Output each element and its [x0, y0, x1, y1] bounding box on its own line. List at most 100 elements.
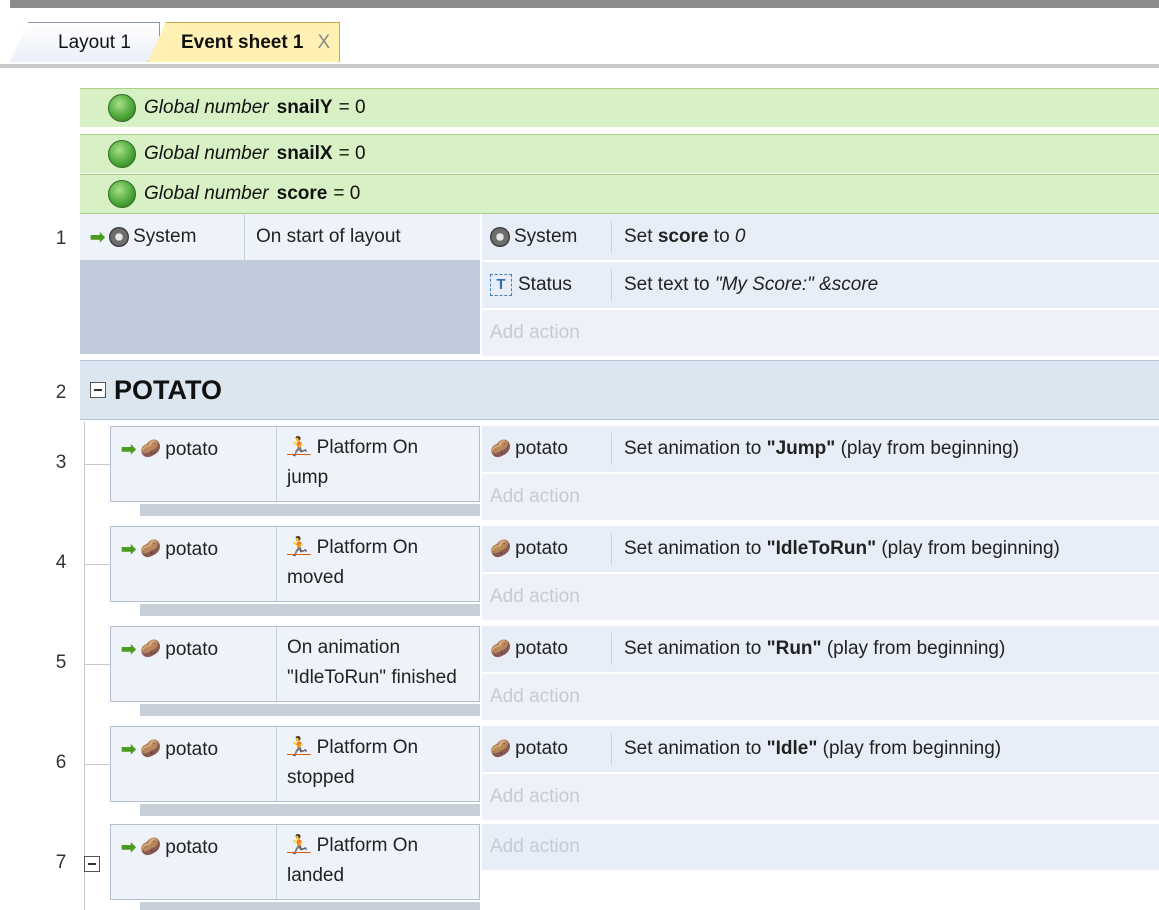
action-object: 🥔 potato [482, 633, 612, 665]
condition-object: ➡ 🥔 potato [111, 427, 277, 501]
event-underline [140, 504, 480, 516]
global-variable-score[interactable]: Global number score = 0 [80, 174, 1159, 214]
platform-behavior-icon: 🏃 [287, 537, 311, 558]
add-action-button[interactable]: Add action [482, 774, 1159, 820]
tree-line [84, 422, 85, 910]
gear-icon [490, 227, 510, 247]
event-number: 5 [55, 652, 67, 673]
action-object-name: Status [518, 274, 572, 295]
action-object-name: potato [515, 738, 568, 759]
action-set-animation-idletorun[interactable]: 🥔 potato Set animation to "IdleToRun" (p… [482, 526, 1159, 573]
condition-object: ➡ 🥔 potato [111, 527, 277, 601]
add-action-button[interactable]: Add action [482, 574, 1159, 620]
event-5-condition[interactable]: ➡ 🥔 potato On animation "IdleToRun" finis… [110, 626, 480, 702]
action-text: Set animation to "Run" (play from beginn… [624, 638, 1006, 659]
event-6-condition[interactable]: ➡ 🥔 potato 🏃 Platform On stopped [110, 726, 480, 802]
event-number: 1 [55, 228, 67, 249]
action-text: Set animation to "IdleToRun" (play from … [624, 538, 1060, 559]
potato-sprite-icon: 🥔 [490, 539, 512, 558]
action-object: 🥔 potato [482, 433, 612, 465]
event-number: 2 [55, 382, 67, 403]
gear-icon [109, 227, 130, 247]
tree-branch [84, 464, 110, 465]
collapse-icon[interactable] [90, 382, 106, 398]
event-7-condition[interactable]: ➡ 🥔 potato 🏃 Platform On landed [110, 824, 480, 900]
action-text: Set text to "My Score:" &score [624, 274, 879, 295]
global-keyword: Global number [144, 97, 269, 118]
tree-branch [84, 764, 110, 765]
condition-object-name: potato [165, 539, 219, 560]
event-underline [140, 704, 480, 716]
platform-behavior-icon: 🏃 [287, 737, 311, 758]
add-action-button[interactable]: Add action [482, 824, 1159, 870]
platform-behavior-icon: 🏃 [287, 437, 311, 458]
global-value: = 0 [338, 143, 366, 164]
arrow-right-icon: ➡ [121, 639, 137, 659]
tab-event-sheet-1[interactable]: Event sheet 1 X [148, 22, 340, 62]
potato-sprite-icon: 🥔 [140, 439, 162, 458]
condition-object-name: potato [165, 639, 219, 660]
event-number: 4 [55, 552, 67, 573]
condition-system-start[interactable]: ➡ System On start of layout [80, 214, 480, 260]
potato-sprite-icon: 🥔 [140, 739, 162, 758]
tab-layout-1[interactable]: Layout 1 [10, 22, 160, 62]
event-number: 6 [55, 752, 67, 773]
potato-sprite-icon: 🥔 [490, 439, 512, 458]
tab-strip: Layout 1 Event sheet 1 X [0, 8, 1159, 68]
potato-sprite-icon: 🥔 [140, 639, 162, 658]
action-set-animation-run[interactable]: 🥔 potato Set animation to "Run" (play fr… [482, 626, 1159, 673]
action-object: T Status [482, 269, 612, 301]
add-action-button[interactable]: Add action [482, 674, 1159, 720]
action-text: Set animation to "Idle" (play from begin… [624, 738, 1002, 759]
event-4-condition[interactable]: ➡ 🥔 potato 🏃 Platform On moved [110, 526, 480, 602]
action-object: 🥔 potato [482, 533, 612, 565]
group-name: POTATO [114, 374, 222, 405]
tree-branch [84, 664, 110, 665]
condition-object: ➡ System [80, 214, 245, 260]
event-underline [140, 804, 480, 816]
action-set-text[interactable]: T Status Set text to "My Score:" &score [482, 262, 1159, 309]
condition-text: On animation "IdleToRun" finished [287, 637, 457, 688]
global-variable-snailx[interactable]: Global number snailX = 0 [80, 134, 1159, 173]
add-action-button[interactable]: Add action [482, 474, 1159, 520]
platform-behavior-icon: 🏃 [287, 835, 311, 856]
event-3-condition[interactable]: ➡ 🥔 potato 🏃 Platform On jump [110, 426, 480, 502]
potato-sprite-icon: 🥔 [140, 539, 162, 558]
globe-icon [108, 140, 136, 168]
arrow-right-icon: ➡ [121, 837, 137, 857]
condition-object: ➡ 🥔 potato [111, 727, 277, 801]
collapse-icon[interactable] [84, 856, 100, 872]
action-set-score[interactable]: System Set score to 0 [482, 214, 1159, 261]
action-set-animation-idle[interactable]: 🥔 potato Set animation to "Idle" (play f… [482, 726, 1159, 773]
arrow-right-icon: ➡ [90, 226, 106, 247]
condition-object: ➡ 🥔 potato [111, 627, 277, 701]
tab-label: Layout 1 [58, 31, 131, 53]
condition-text: 🏃 Platform On jump [287, 421, 418, 493]
condition-text: 🏃 Platform On moved [287, 521, 418, 593]
text-object-icon: T [490, 274, 512, 296]
group-potato[interactable]: POTATO [80, 360, 1159, 420]
global-value: = 0 [338, 97, 366, 118]
action-object-name: potato [515, 438, 568, 459]
close-icon[interactable]: X [318, 32, 331, 54]
condition-object: ➡ 🥔 potato [111, 825, 277, 899]
global-name: score [276, 183, 328, 204]
arrow-right-icon: ➡ [121, 539, 137, 559]
event-number: 7 [55, 852, 67, 873]
globe-icon [108, 180, 136, 208]
potato-sprite-icon: 🥔 [490, 639, 512, 658]
global-variable-snaily[interactable]: Global number snailY = 0 [80, 88, 1159, 127]
global-keyword: Global number [144, 143, 269, 164]
action-object-name: potato [515, 538, 568, 559]
action-set-animation-jump[interactable]: 🥔 potato Set animation to "Jump" (play f… [482, 426, 1159, 473]
condition-object-name: potato [165, 439, 219, 460]
condition-text: On start of layout [256, 226, 401, 247]
condition-object-name: potato [165, 837, 219, 858]
event-underline [140, 604, 480, 616]
condition-object-name: System [133, 226, 197, 247]
add-action-button[interactable]: Add action [482, 310, 1159, 356]
arrow-right-icon: ➡ [121, 739, 137, 759]
action-text: Set animation to "Jump" (play from begin… [624, 438, 1020, 459]
tab-label: Event sheet 1 [181, 31, 304, 53]
global-keyword: Global number [144, 183, 269, 204]
